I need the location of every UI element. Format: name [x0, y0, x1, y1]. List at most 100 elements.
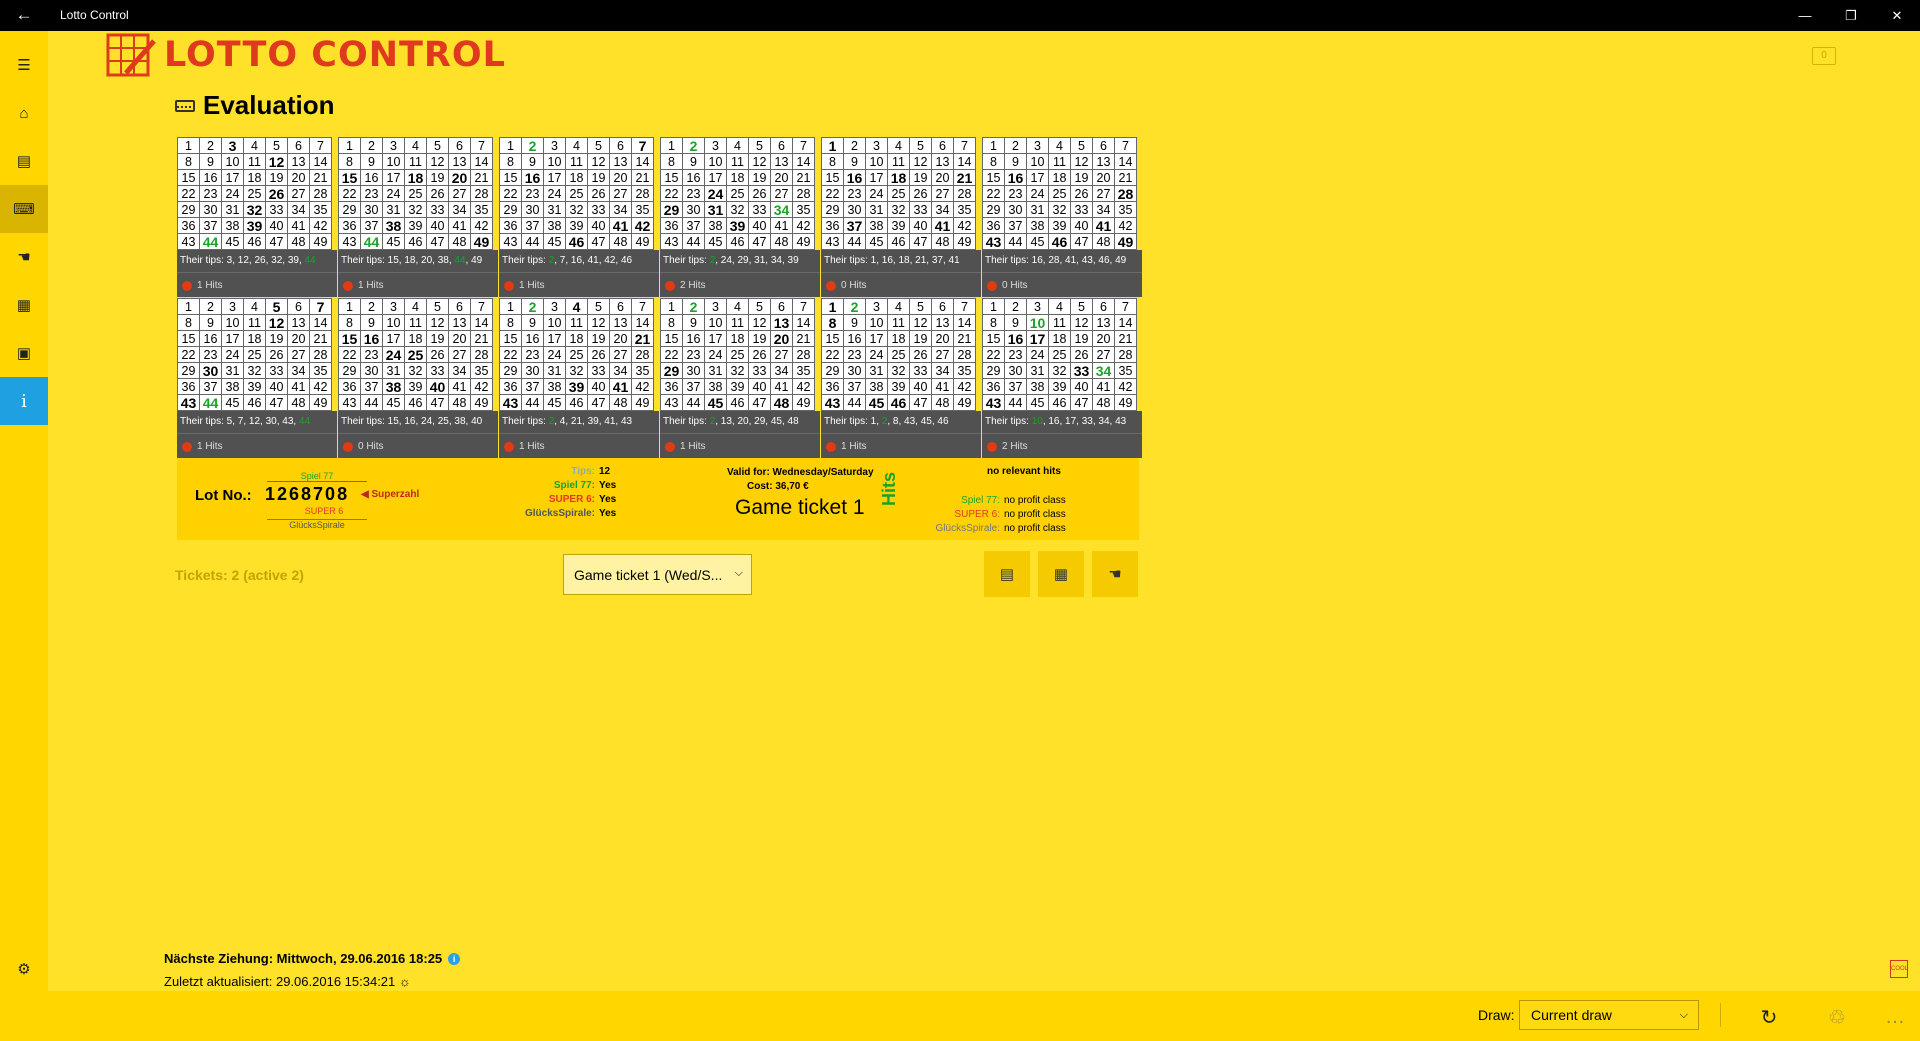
number-cell: 30 [521, 201, 544, 218]
hand-pointer-icon: ☚ [1108, 566, 1122, 583]
number-cell: 40 [1070, 217, 1093, 234]
number-cell: 30 [1004, 201, 1027, 218]
ticket-hits: 0 Hits [338, 433, 498, 458]
number-cell: 47 [748, 233, 771, 250]
more-options-icon[interactable]: … [1880, 1002, 1910, 1032]
hand-pointer-button[interactable]: ☚ [1092, 551, 1138, 597]
ticket-field-10: 1 2 3 4 5 6 7 8 9 10 11 12 13 14 15 16 17 18 19 20 21 22 23 24 2… [660, 298, 820, 458]
number-cell: 40 [265, 217, 288, 234]
share-icon[interactable]: ♲ [1822, 1002, 1852, 1032]
number-cell: 39 [404, 378, 427, 395]
ticket-hits: 0 Hits [982, 272, 1142, 297]
number-cell: 26 [909, 346, 932, 363]
hand-pointer-icon[interactable]: ☚ [0, 233, 48, 281]
draw-select-dropdown[interactable]: Current draw ⌵ [1519, 1000, 1699, 1030]
number-cell: 47 [426, 394, 449, 411]
number-cell: 6 [931, 298, 954, 315]
number-cell: 32 [565, 362, 588, 379]
number-cell: 14 [953, 314, 976, 331]
number-cell: 3 [1026, 298, 1049, 315]
ticket-button[interactable]: ▤ [984, 551, 1030, 597]
calculator-icon[interactable]: ▦ [0, 281, 48, 329]
last-updated: Zuletzt aktualisiert: 29.06.2016 15:34:2… [164, 974, 411, 989]
number-cell: 44 [521, 233, 544, 250]
number-cell: 39 [887, 217, 910, 234]
number-cell: 36 [338, 217, 361, 234]
number-cell: 35 [953, 201, 976, 218]
number-cell: 23 [199, 185, 222, 202]
info-circle-icon[interactable]: i [448, 953, 461, 965]
message-icon[interactable]: 0 [1812, 47, 1836, 65]
number-cell: 23 [682, 185, 705, 202]
number-cell: 37 [521, 378, 544, 395]
number-cell: 13 [287, 314, 310, 331]
evaluation-keyboard-icon[interactable]: ⌨ [0, 185, 48, 233]
number-cell: 17 [704, 169, 727, 186]
number-cell: 15 [338, 330, 361, 347]
number-cell: 27 [448, 346, 471, 363]
number-cell: 17 [543, 169, 566, 186]
number-cell: 18 [1048, 169, 1071, 186]
number-cell: 3 [382, 137, 405, 154]
number-cell: 36 [660, 217, 683, 234]
ticket-hits: 1 Hits [177, 433, 337, 458]
hamburger-menu-icon[interactable]: ☰ [0, 41, 48, 89]
minimize-icon[interactable]: — [1782, 0, 1828, 31]
number-cell: 9 [199, 153, 222, 170]
number-cell: 3 [704, 137, 727, 154]
home-icon[interactable]: ⌂ [0, 89, 48, 137]
number-cell: 43 [660, 394, 683, 411]
number-cell: 48 [770, 394, 793, 411]
sidebar: ☰ ⌂ ▤ ⌨ ☚ ▦ ▣ i ⚙ [0, 31, 48, 1041]
window-title: Lotto Control [60, 8, 129, 22]
number-cell: 4 [726, 298, 749, 315]
info-icon[interactable]: i [0, 377, 48, 425]
tickets-icon[interactable]: ▤ [0, 137, 48, 185]
number-cell: 39 [726, 378, 749, 395]
number-cell: 19 [426, 330, 449, 347]
number-cell: 15 [660, 169, 683, 186]
ticket-hits: 1 Hits [177, 272, 337, 297]
ticket-tips: Their tips: 2, 13, 20, 29, 45, 48 [660, 411, 820, 433]
cool-badge-icon[interactable]: COOL [1890, 960, 1908, 978]
restore-icon[interactable]: ❐ [1828, 0, 1874, 31]
number-cell: 35 [309, 362, 332, 379]
number-cell: 41 [609, 378, 632, 395]
ticket-hits: 1 Hits [499, 272, 659, 297]
number-grid: 1 2 3 4 5 6 7 8 9 10 11 12 13 14 15 16 17 18 19 20 21 22 23 24 2… [821, 298, 976, 411]
number-cell: 33 [587, 201, 610, 218]
number-cell: 11 [1048, 314, 1071, 331]
lot-number: 1268708 [265, 484, 350, 504]
statistics-icon[interactable]: ▣ [0, 329, 48, 377]
number-cell: 7 [953, 137, 976, 154]
number-cell: 5 [587, 298, 610, 315]
close-icon[interactable]: ✕ [1874, 0, 1920, 31]
number-cell: 14 [470, 153, 493, 170]
number-cell: 16 [1004, 330, 1027, 347]
number-cell: 22 [821, 346, 844, 363]
number-cell: 49 [792, 233, 815, 250]
number-cell: 24 [543, 185, 566, 202]
number-cell: 25 [1048, 185, 1071, 202]
number-cell: 27 [287, 185, 310, 202]
number-cell: 16 [521, 169, 544, 186]
number-cell: 44 [521, 394, 544, 411]
number-cell: 9 [682, 314, 705, 331]
number-cell: 9 [521, 153, 544, 170]
settings-gear-icon[interactable]: ⚙ [0, 945, 48, 993]
calculator-button[interactable]: ▦ [1038, 551, 1084, 597]
number-cell: 28 [953, 346, 976, 363]
number-cell: 17 [865, 169, 888, 186]
number-grid: 1 2 3 4 5 6 7 8 9 10 11 12 13 14 15 16 17 18 19 20 21 22 23 24 2… [338, 298, 493, 411]
number-cell: 9 [199, 314, 222, 331]
number-cell: 8 [338, 153, 361, 170]
number-cell: 37 [1004, 378, 1027, 395]
number-cell: 7 [631, 137, 654, 154]
number-cell: 22 [821, 185, 844, 202]
number-cell: 3 [221, 137, 244, 154]
chevron-down-icon: ⌵ [1679, 1009, 1688, 1021]
back-arrow-icon[interactable]: ← [14, 5, 34, 25]
ticket-select-dropdown[interactable]: Game ticket 1 (Wed/S... ⌵ [563, 554, 752, 595]
refresh-icon[interactable]: ↻ [1754, 1002, 1784, 1032]
number-cell: 43 [499, 394, 522, 411]
